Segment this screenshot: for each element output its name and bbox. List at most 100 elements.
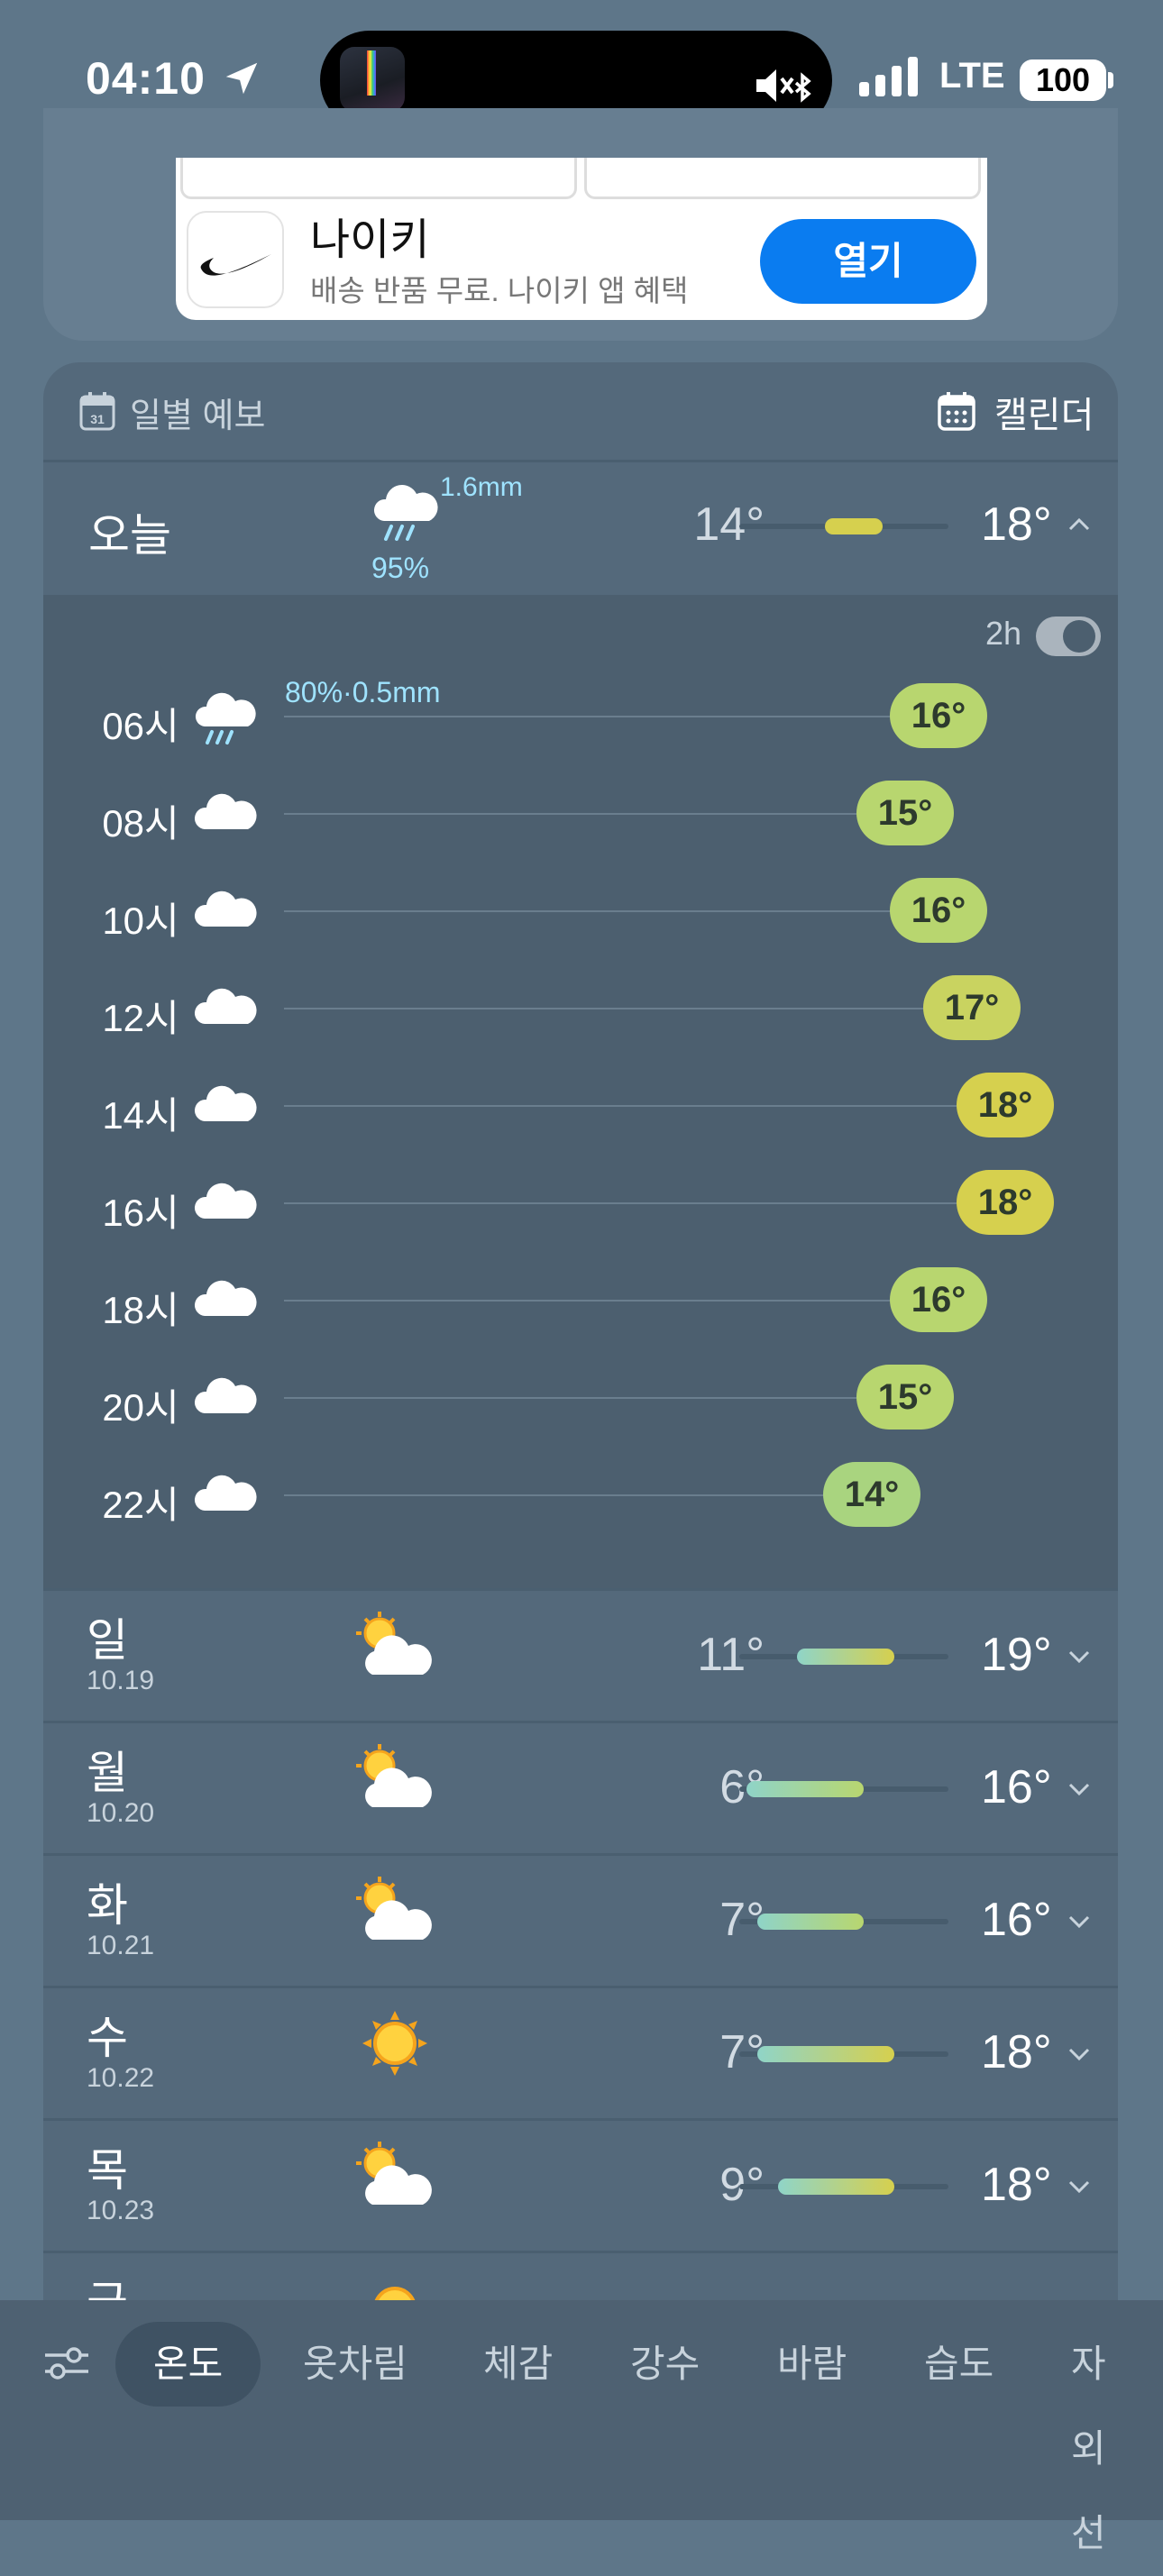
- interval-toggle[interactable]: [1036, 617, 1101, 656]
- day-name: 수: [87, 2013, 128, 2063]
- calendar-icon[interactable]: [938, 391, 975, 431]
- hourly-row: 22시 14°: [43, 1446, 1118, 1543]
- chevron-down-icon: [1068, 1650, 1090, 1664]
- tab-wind[interactable]: 바람: [739, 2322, 884, 2407]
- sun-icon: [362, 2011, 427, 2076]
- tab-clothing[interactable]: 옷차림: [265, 2322, 445, 2407]
- today-row[interactable]: 오늘 1.6mm 95% 14° 18°: [43, 461, 1118, 592]
- forecast-title: 일별 예보: [130, 397, 266, 435]
- cloud-icon: [194, 1280, 257, 1316]
- network-type: LTE: [939, 56, 1005, 96]
- chevron-up-icon: [1068, 517, 1090, 531]
- filter-sliders-icon[interactable]: [43, 2343, 90, 2383]
- day-date: 10.22: [87, 2063, 155, 2093]
- hour-temp-pill: 16°: [890, 878, 987, 943]
- cloud-icon: [194, 891, 257, 927]
- daily-row[interactable]: 수 10.22 7° 18°: [43, 1987, 1118, 2117]
- cloud-icon: [194, 1475, 257, 1511]
- chevron-down-icon: [1068, 1783, 1090, 1796]
- temp-range-bar: [778, 2179, 894, 2195]
- today-precip-prob: 95%: [371, 552, 430, 584]
- hourly-row: 10시 16°: [43, 862, 1118, 959]
- hour-label: 16시: [102, 1192, 179, 1234]
- hour-temp-line: [284, 813, 880, 815]
- calendar-button[interactable]: 캘린더: [994, 386, 1094, 438]
- nike-logo-icon: [187, 211, 284, 308]
- hourly-row: 14시 18°: [43, 1056, 1118, 1154]
- muted-speaker-bluetooth-icon: [756, 69, 811, 103]
- day-date: 10.21: [87, 1931, 155, 1960]
- hour-label: 06시: [102, 705, 179, 747]
- hour-temp-pill: 16°: [890, 683, 987, 748]
- hour-label: 10시: [102, 900, 179, 942]
- day-date: 10.23: [87, 2196, 155, 2225]
- tab-feels-like[interactable]: 체감: [445, 2322, 591, 2407]
- partly-cloudy-icon: [356, 2142, 432, 2205]
- hourly-row: 20시 15°: [43, 1348, 1118, 1446]
- day-name: 목: [87, 2145, 128, 2196]
- hour-label: 08시: [102, 802, 179, 845]
- svg-text:31: 31: [90, 412, 105, 426]
- calendar-31-icon: 31: [79, 392, 115, 431]
- hour-temp-line: [284, 1397, 880, 1399]
- ad-open-button[interactable]: 열기: [760, 219, 976, 304]
- hour-label: 14시: [102, 1094, 179, 1137]
- hour-temp-pill: 18°: [957, 1073, 1054, 1137]
- album-art-thumbnail: [340, 47, 405, 112]
- temp-range-bar: [825, 518, 883, 534]
- daily-row[interactable]: 월 10.20 6° 16°: [43, 1722, 1118, 1852]
- hour-temp-line: [284, 1105, 980, 1107]
- temp-range-bar: [746, 1781, 864, 1797]
- hour-temp-line: [284, 1300, 913, 1302]
- temp-range-bar: [757, 2046, 894, 2062]
- day-date: 10.19: [87, 1666, 155, 1695]
- hour-temp-pill: 17°: [923, 975, 1021, 1040]
- cloud-icon: [194, 1377, 257, 1413]
- today-precip-amount: 1.6mm: [440, 472, 523, 502]
- forecast-header: 31 일별 예보 캘린더: [43, 362, 1118, 460]
- cellular-signal-icon: [859, 57, 918, 96]
- hour-temp-pill: 16°: [890, 1267, 987, 1332]
- ad-title: 나이키: [310, 216, 430, 264]
- partly-cloudy-icon: [356, 1877, 432, 1940]
- cloud-icon: [194, 1085, 257, 1121]
- temp-range-bar: [797, 1649, 894, 1665]
- hour-precip: 80%·0.5mm: [285, 676, 441, 708]
- hourly-row: 18시 16°: [43, 1251, 1118, 1348]
- tab-uv[interactable]: 자외선: [1033, 2322, 1163, 2554]
- interval-toggle-label: 2h: [985, 615, 1022, 652]
- hourly-row: 16시 18°: [43, 1154, 1118, 1251]
- today-label: 오늘: [88, 510, 171, 561]
- daily-row[interactable]: 화 10.21 7° 16°: [43, 1855, 1118, 1985]
- battery-indicator: 100: [1020, 59, 1106, 101]
- hour-temp-line: [284, 716, 913, 717]
- ad-tile-right[interactable]: [584, 158, 981, 199]
- hour-label: 20시: [102, 1386, 179, 1429]
- daily-row[interactable]: 목 10.23 9° 18°: [43, 2120, 1118, 2250]
- hourly-forecast-panel: 2h 06시 80%·0.5mm 16° 08시 15° 10시 16° 12시: [43, 595, 1118, 1588]
- rain-cloud-icon: [195, 692, 256, 744]
- hourly-row: 08시 15°: [43, 764, 1118, 862]
- status-time: 04:10: [86, 53, 206, 104]
- cloud-icon: [194, 988, 257, 1024]
- day-name: 화: [87, 1880, 128, 1931]
- daily-forecast-card: 31 일별 예보 캘린더 오늘 1.6mm 95% 14° 18° 2h 06시…: [43, 362, 1118, 2390]
- chevron-down-icon: [1068, 2048, 1090, 2061]
- battery-tip: [1108, 72, 1113, 88]
- tab-precipitation[interactable]: 강수: [592, 2322, 737, 2407]
- hourly-row: 06시 80%·0.5mm 16°: [43, 667, 1118, 764]
- hour-temp-pill: 15°: [856, 1365, 954, 1430]
- hour-label: 18시: [102, 1289, 179, 1331]
- ad-tile-left[interactable]: [180, 158, 577, 199]
- partly-cloudy-icon: [356, 1612, 432, 1675]
- hour-temp-line: [284, 1202, 980, 1204]
- hour-label: 12시: [102, 997, 179, 1039]
- tab-temperature[interactable]: 온도: [115, 2322, 261, 2407]
- hour-temp-pill: 14°: [823, 1462, 920, 1527]
- day-date: 10.20: [87, 1798, 155, 1828]
- ad-subtitle: 배송 반품 무료. 나이키 앱 혜택: [310, 274, 689, 307]
- hour-temp-line: [284, 910, 913, 912]
- day-name: 일: [87, 1615, 128, 1666]
- tab-humidity[interactable]: 습도: [886, 2322, 1031, 2407]
- daily-row[interactable]: 일 10.19 11° 19°: [43, 1590, 1118, 1720]
